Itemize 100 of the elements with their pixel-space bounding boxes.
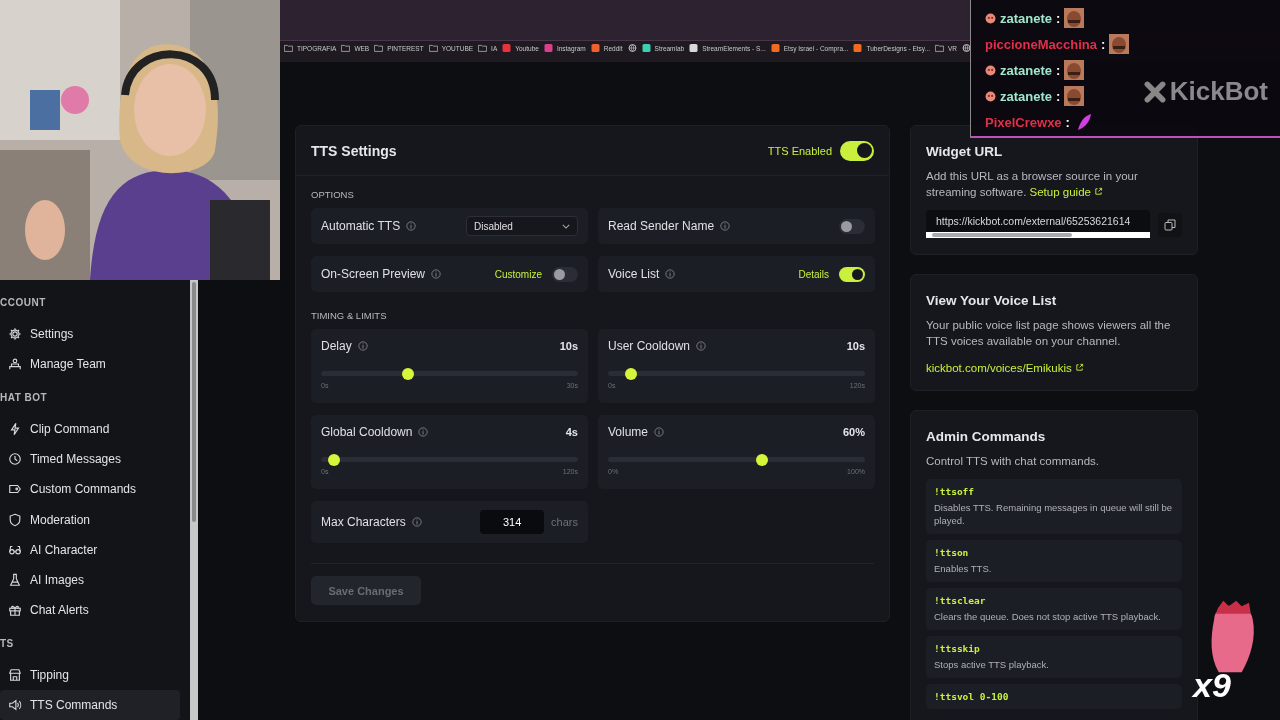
favicon-icon[interactable] — [590, 44, 600, 52]
favicon-icon[interactable] — [641, 44, 651, 52]
folder-icon[interactable] — [935, 44, 944, 52]
copy-button[interactable] — [1158, 213, 1182, 237]
folder-icon[interactable] — [478, 44, 488, 52]
number-field[interactable]: 314 — [480, 510, 545, 534]
sidebar-item[interactable]: AI Character — [0, 534, 190, 565]
slider-value: 10s — [559, 340, 578, 352]
external-link-icon — [1094, 187, 1104, 196]
command-description: Disables TTS. Remaining messages in queue will still be played. — [934, 501, 1173, 527]
speaker-icon — [8, 698, 22, 712]
section-heading: TIMING & LIMITS — [311, 310, 388, 321]
folder-icon[interactable] — [284, 44, 293, 52]
settings-icon — [8, 327, 22, 342]
sidebar-item[interactable]: TTS Commands — [0, 689, 180, 720]
info-icon[interactable] — [696, 341, 707, 351]
sidebar-item[interactable]: Clip Command — [0, 414, 190, 445]
card-title: TTS Settings — [311, 142, 398, 159]
favicon-icon[interactable] — [770, 44, 780, 52]
option-link[interactable]: Customize — [494, 268, 542, 280]
option-label: Max Characters — [321, 515, 406, 529]
info-icon[interactable] — [357, 341, 368, 351]
setup-link[interactable]: Setup guide — [1029, 186, 1104, 198]
sidebar-item[interactable]: Tipping — [0, 659, 190, 690]
info-icon[interactable] — [720, 221, 731, 231]
shield-icon — [8, 512, 22, 527]
card-title: Admin Commands — [926, 429, 1047, 444]
command-description: Clears the queue. Does not stop active TTS playback. — [934, 610, 1162, 623]
info-icon[interactable] — [418, 427, 429, 437]
slider-value: 4s — [565, 426, 578, 438]
chat-separator: : — [1056, 62, 1061, 78]
slider-value: 60% — [842, 426, 865, 438]
info-icon[interactable] — [665, 269, 676, 279]
slider-thumb[interactable] — [327, 453, 340, 466]
flask-icon — [8, 572, 22, 587]
card-text: Add this URL as a browser source in your streaming software. Setup guide — [926, 169, 1139, 200]
toggle-switch[interactable] — [839, 266, 865, 282]
url-field[interactable]: https://kickbot.com/external/65253621614 — [926, 210, 1150, 238]
info-icon[interactable] — [431, 269, 442, 279]
favicon-icon[interactable] — [853, 44, 863, 52]
option-label: Automatic TTS — [321, 219, 401, 233]
card-text: Your public voice list page shows viewers all the TTS voices available on your channel. — [926, 318, 1172, 349]
option-label: Read Sender Name — [608, 219, 715, 233]
chat-username: zatanete — [1000, 10, 1053, 26]
command-name: !ttsvol 0-100 — [934, 691, 1010, 702]
sidebar-item[interactable]: Manage Team — [0, 349, 190, 380]
toggle-switch[interactable] — [839, 218, 865, 234]
toggle-label: TTS Enabled — [767, 144, 832, 157]
slider-label: Global Cooldown — [321, 425, 413, 439]
external-link-icon — [1074, 363, 1084, 372]
sidebar-item[interactable]: Custom Commands — [0, 474, 190, 505]
combo-count: x9 — [1193, 666, 1231, 705]
section-heading: OPTIONS — [311, 189, 355, 200]
section-heading: TS — [0, 637, 15, 651]
sidebar-item[interactable]: Moderation — [0, 504, 190, 535]
info-icon[interactable] — [411, 517, 422, 527]
card-title: Widget URL — [926, 144, 1004, 159]
globe-icon[interactable] — [962, 44, 972, 52]
section-heading: CCOUNT — [0, 297, 47, 310]
bolt-icon — [8, 422, 22, 437]
toggle-switch[interactable] — [552, 266, 578, 282]
slider-label: Volume — [608, 425, 649, 439]
chevron-icon — [562, 223, 570, 229]
chat-username: PixelCrewxe — [985, 114, 1062, 130]
globe-icon[interactable] — [627, 44, 637, 52]
chat-separator: : — [1056, 10, 1061, 26]
logo-icon — [1143, 80, 1166, 103]
card-text: Control TTS with chat commands. — [926, 454, 1100, 469]
info-icon[interactable] — [406, 221, 417, 231]
option-label: Voice List — [608, 267, 660, 281]
unit-label: chars — [551, 516, 578, 528]
slider-thumb[interactable] — [756, 453, 769, 466]
sidebar-item[interactable]: AI Images — [0, 564, 190, 595]
command-description: Enables TTS. — [934, 562, 993, 575]
info-icon[interactable] — [654, 427, 665, 437]
store-icon — [8, 667, 22, 682]
sidebar-item[interactable]: Settings — [0, 319, 190, 350]
scrollbar[interactable] — [190, 280, 198, 720]
clock-icon — [8, 452, 22, 467]
slider-thumb[interactable] — [402, 367, 415, 380]
slider-value: 10s — [846, 340, 865, 352]
copy-icon — [1164, 219, 1176, 231]
sidebar-item[interactable]: Timed Messages — [0, 444, 190, 475]
chat-username: zatanete — [1000, 88, 1053, 104]
folder-icon[interactable] — [341, 44, 351, 52]
folder-icon[interactable] — [374, 44, 384, 52]
folder-icon[interactable] — [428, 44, 438, 52]
favicon-icon[interactable] — [689, 44, 699, 52]
toggle-switch[interactable] — [840, 140, 874, 161]
slider-thumb[interactable] — [625, 367, 638, 380]
sidebar-item[interactable]: Chat Alerts — [0, 594, 190, 625]
option-link[interactable]: Details — [798, 268, 829, 280]
card-title: View Your Voice List — [926, 293, 1058, 308]
slider-label: User Cooldown — [608, 339, 691, 353]
team-icon — [8, 357, 22, 372]
logo-text: KickBot — [1169, 76, 1268, 107]
chat-username: zatanete — [1000, 62, 1053, 78]
command-name: !ttsoff — [934, 486, 976, 497]
voice-list-link[interactable]: kickbot.com/voices/Emikukis — [926, 362, 1182, 374]
dropdown[interactable]: Disabled — [466, 216, 578, 236]
